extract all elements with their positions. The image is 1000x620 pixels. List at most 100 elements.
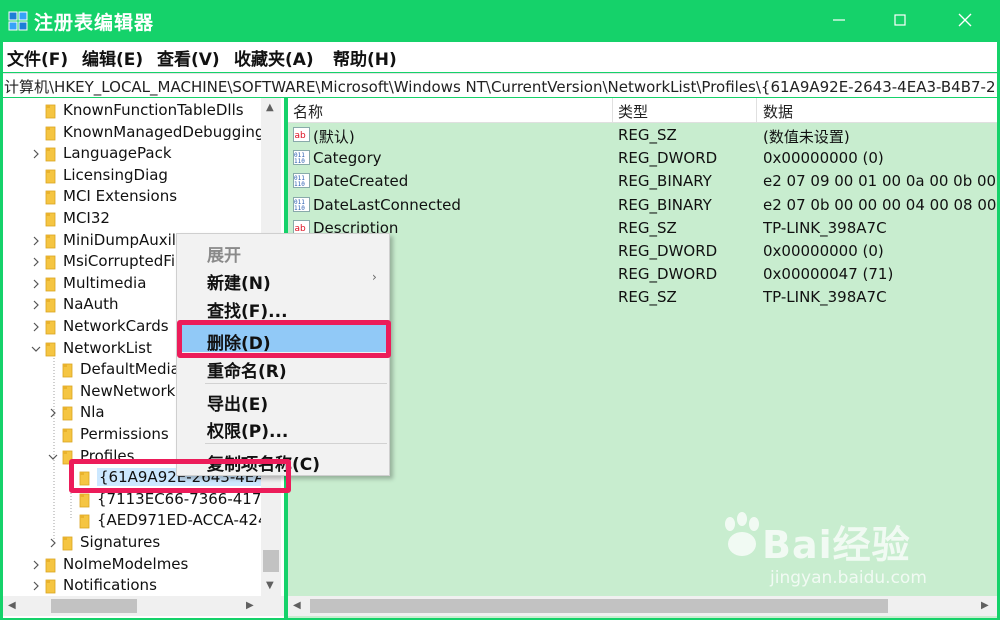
value-name: DateLastConnected [313, 195, 461, 214]
expand-chevron-icon[interactable] [31, 234, 41, 248]
scroll-left-icon[interactable]: ◀ [293, 600, 301, 611]
value-row[interactable]: 011 110 DateCreated REG_BINARY e2 07 09 00 0… [288, 170, 997, 193]
value-data: TP-LINK_398A7C [763, 218, 887, 237]
expand-chevron-icon[interactable] [48, 406, 58, 420]
folder-icon [45, 319, 56, 335]
expand-chevron-icon[interactable] [31, 558, 41, 572]
tree-item-label: NaAuth [63, 295, 119, 314]
address-bar[interactable]: 计算机\HKEY_LOCAL_MACHINE\SOFTWARE\Microsof… [3, 73, 997, 97]
expand-chevron-icon[interactable] [48, 536, 58, 550]
highlight-box-delete [177, 320, 391, 358]
value-name: Category [313, 149, 382, 168]
value-type: REG_SZ [618, 288, 677, 307]
expand-chevron-icon[interactable] [31, 147, 41, 161]
value-data: (数值未设置) [763, 128, 850, 146]
folder-icon [45, 297, 56, 313]
value-type: REG_DWORD [618, 265, 718, 284]
tree-item-label: NewNetworks [80, 381, 184, 400]
watermark-url: jingyan.baidu.com [770, 568, 927, 588]
value-row[interactable]: abmeREG_SZTP-LINK_398A7C [288, 286, 997, 309]
tree-vertical-scroll-thumb[interactable] [263, 550, 279, 572]
svg-text:110: 110 [294, 205, 305, 212]
menu-edit[interactable]: 编辑(E) [82, 45, 143, 70]
value-data: 0x00000000 (0) [763, 242, 884, 260]
expand-chevron-icon[interactable] [31, 298, 41, 312]
column-type-header[interactable]: 类型 [618, 101, 648, 122]
folder-icon [62, 535, 73, 551]
ctx-export[interactable]: 导出(E) [207, 390, 268, 415]
column-divider[interactable] [612, 98, 613, 123]
tree-item-label: Permissions [80, 425, 169, 443]
value-row[interactable]: 011 110 DateLastConnected REG_BINARY e2 07 0… [288, 194, 997, 217]
value-data: e2 07 09 00 01 00 0a 00 0b 00 1f [763, 172, 997, 191]
window-title: 注册表编辑器 [34, 12, 155, 34]
scroll-left-icon[interactable]: ◀ [8, 600, 16, 611]
tree-item-label: NoImeModelmes [63, 554, 189, 573]
ctx-permissions[interactable]: 权限(P)... [207, 417, 288, 442]
value-type: REG_DWORD [618, 149, 718, 168]
menu-view[interactable]: 查看(V) [157, 45, 220, 70]
watermark-brand: Bai经验 [762, 523, 911, 567]
minimize-button[interactable] [810, 0, 870, 40]
tree-item-label: Nla [80, 403, 105, 422]
tree-item-label: NetworkCards [63, 317, 169, 335]
scroll-right-icon[interactable]: ▶ [981, 600, 989, 611]
tree-item-label: NetworkList [63, 338, 152, 357]
menu-help[interactable]: 帮助(H) [333, 45, 397, 70]
column-name-header[interactable]: 名称 [293, 101, 323, 122]
ctx-expand[interactable]: 展开 [207, 241, 241, 266]
value-row[interactable]: 011110REG_DWORD0x00000000 (0) [288, 240, 997, 263]
title-bar[interactable]: 注册表编辑器 [0, 0, 1000, 42]
baidu-jingyan-watermark: Bai经验 jingyan.baidu.com [720, 508, 990, 598]
value-data: 0x00000047 (71) [763, 265, 894, 284]
folder-icon [45, 254, 56, 270]
collapse-chevron-icon[interactable] [31, 342, 41, 356]
ctx-find[interactable]: 查找(F)... [207, 297, 288, 322]
ctx-new[interactable]: 新建(N) [207, 269, 271, 294]
scroll-up-icon[interactable]: ▲ [266, 102, 274, 113]
expand-chevron-icon[interactable] [31, 579, 41, 593]
tree-horizontal-scrollbar[interactable]: ◀ ▶ [3, 596, 284, 616]
value-row[interactable]: 011 110 Category REG_DWORD 0x00000000 (0) [288, 147, 997, 170]
scroll-down-icon[interactable]: ▼ [266, 580, 274, 591]
maximize-button[interactable] [871, 0, 931, 40]
menu-favorites[interactable]: 收藏夹(A) [234, 45, 314, 70]
column-data-header[interactable]: 数据 [763, 101, 793, 122]
value-type: REG_SZ [618, 126, 677, 144]
value-type: REG_BINARY [618, 172, 712, 191]
scroll-right-icon[interactable]: ▶ [246, 600, 254, 611]
list-horizontal-scroll-thumb[interactable] [310, 599, 888, 613]
tree-item-label: MCI32 [63, 209, 110, 227]
minimize-icon [833, 19, 845, 21]
folder-icon [45, 211, 56, 227]
column-divider[interactable] [756, 98, 757, 123]
value-type: REG_DWORD [618, 242, 718, 260]
ctx-rename[interactable]: 重命名(R) [207, 357, 287, 382]
value-type: REG_SZ [618, 218, 677, 237]
value-row[interactable]: ab Description REG_SZ TP-LINK_398A7C [288, 217, 997, 240]
value-name: DateCreated [313, 172, 409, 191]
expand-chevron-icon[interactable] [31, 277, 41, 291]
tree-item-label: LanguagePack [63, 144, 172, 163]
folder-icon [45, 146, 56, 162]
value-data: 0x00000000 (0) [763, 149, 884, 168]
folder-icon [45, 103, 56, 119]
expand-chevron-icon[interactable] [31, 255, 41, 269]
tree-horizontal-scroll-thumb[interactable] [51, 599, 137, 613]
list-header: 名称 类型 数据 [288, 98, 997, 123]
folder-icon [45, 189, 56, 205]
collapse-chevron-icon[interactable] [48, 450, 58, 464]
expand-chevron-icon[interactable] [31, 320, 41, 334]
folder-icon [62, 405, 73, 421]
menu-separator [205, 383, 387, 384]
tree-item-label: KnownManagedDebugging [63, 122, 265, 141]
binary-value-icon: 011110 [293, 150, 310, 166]
binary-value-icon: 011110 [293, 173, 310, 189]
close-button[interactable] [936, 0, 996, 40]
value-row[interactable]: ab (默认) REG_SZ (数值未设置) [288, 124, 997, 147]
value-row[interactable]: 011110REG_DWORD0x00000047 (71) [288, 263, 997, 286]
folder-icon [62, 427, 73, 443]
list-horizontal-scrollbar[interactable]: ◀ ▶ [288, 596, 997, 616]
menu-file[interactable]: 文件(F) [7, 45, 68, 70]
tree-item-label: Signatures [80, 533, 161, 551]
